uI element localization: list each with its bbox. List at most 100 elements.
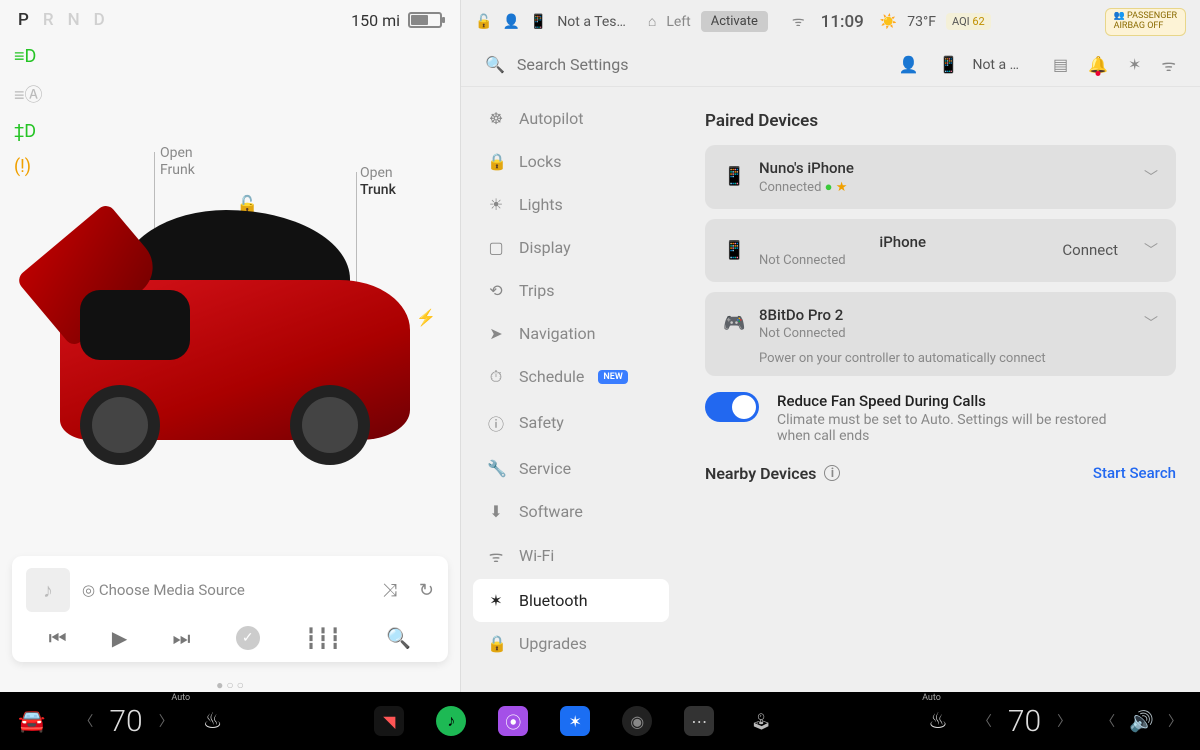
device-status: Not Connected — [759, 326, 1128, 341]
auto-label: Auto — [922, 693, 941, 703]
outside-temp: 73°F — [907, 14, 936, 30]
repeat-icon[interactable]: ↻ — [419, 580, 434, 601]
nav-item-wi-fi[interactable]: ᯤWi-Fi — [473, 533, 669, 579]
reduce-fan-toggle-row: Reduce Fan Speed During Calls Climate mu… — [705, 392, 1176, 444]
volume-down[interactable]: 〈 — [1101, 711, 1115, 731]
nav-app-icon[interactable]: ◥ — [374, 706, 404, 736]
nav-item-lights[interactable]: ☀Lights — [473, 183, 669, 226]
nav-item-safety[interactable]: ⓘSafety — [473, 399, 669, 447]
gamepad-icon: 🎮 — [723, 313, 743, 334]
nav-item-trips[interactable]: ⟲ Trips — [473, 269, 669, 312]
aqi-badge[interactable]: AQI 62 — [946, 13, 991, 30]
homelink-icon[interactable]: ⌂ — [648, 13, 656, 30]
nav-label: Trips — [519, 281, 555, 300]
trunk-button[interactable]: Open Trunk — [360, 165, 396, 199]
clock: 11:09 — [821, 12, 864, 32]
nav-label: Software — [519, 502, 583, 521]
gear-d: D — [94, 10, 105, 30]
new-badge: NEW — [598, 370, 627, 384]
nav-label: Schedule — [519, 367, 584, 386]
play-button[interactable]: ▶ — [112, 626, 127, 650]
profile-small-icon[interactable]: 👤 — [899, 55, 919, 74]
activate-button[interactable]: Activate — [701, 11, 768, 32]
podcasts-icon[interactable]: ⦿ — [498, 706, 528, 736]
bluetooth-status-icon[interactable]: ✶ — [1128, 55, 1141, 74]
nav-item-locks[interactable]: 🔒Locks — [473, 140, 669, 183]
nav-label: Wi-Fi — [519, 546, 554, 565]
settings-nav: ☸Autopilot🔒Locks☀Lights▢Display ⟲ Trips ➤Na… — [461, 87, 681, 692]
right-seat-heat-icon[interactable]: ♨ — [928, 709, 948, 734]
prev-track-button[interactable]: ⏮ — [49, 626, 67, 650]
device-row-0[interactable]: 📱 Nuno's iPhone Connected ● ★ ﹀ — [705, 145, 1176, 209]
device-row-2[interactable]: 🎮 8BitDo Pro 2 Not Connected ﹀ — [705, 292, 1176, 355]
nav-item-software[interactable]: ⬇ Software — [473, 490, 669, 533]
search-input[interactable] — [517, 55, 879, 74]
device-row-1[interactable]: 📱 iPhone Not Connected Connect ﹀ — [705, 219, 1176, 282]
wifi-status-icon[interactable]: ᯤ — [792, 12, 805, 31]
dashcam-icon[interactable]: ▤ — [1053, 55, 1068, 74]
next-track-button[interactable]: ⏭ — [173, 626, 191, 650]
upgrades-icon: 🔒 — [487, 634, 505, 653]
device-name: Nuno's iPhone — [759, 159, 1128, 177]
nav-item-upgrades[interactable]: 🔒Upgrades — [473, 622, 669, 665]
info-icon[interactable]: i — [824, 465, 840, 481]
profile-small-name[interactable]: Not a … — [972, 57, 1018, 73]
nav-item-service[interactable]: 🔧Service — [473, 447, 669, 490]
more-apps-icon[interactable]: ⋯ — [684, 706, 714, 736]
trips-icon: ⟲ — [487, 281, 505, 300]
spotify-icon[interactable]: ♪ — [436, 706, 466, 736]
charge-icon[interactable]: ⚡ — [416, 308, 436, 327]
notifications-icon[interactable]: 🔔 — [1088, 55, 1108, 74]
unlock-icon[interactable]: 🔓 — [475, 14, 492, 30]
chevron-down-icon[interactable]: ﹀ — [1144, 313, 1158, 333]
right-temp[interactable]: 70 — [1008, 704, 1041, 739]
autopilot-icon: ☸ — [487, 109, 505, 128]
left-temp[interactable]: 70 — [109, 704, 142, 739]
camera-app-icon[interactable]: ◉ — [622, 706, 652, 736]
like-button[interactable]: ✓ — [236, 626, 260, 650]
nav-item-navigation[interactable]: ➤Navigation — [473, 312, 669, 355]
wifi-icon[interactable]: ᯤ — [1161, 54, 1176, 76]
service-icon: 🔧 — [487, 459, 505, 478]
safety-icon: ⓘ — [487, 411, 505, 435]
left-temp-down[interactable]: 〈 — [79, 711, 93, 731]
bluetooth-app-icon[interactable]: ✶ — [560, 706, 590, 736]
volume-icon[interactable]: 🔊 — [1129, 709, 1154, 733]
status-bar: 🔓 👤 📱 Not a Tes… ⌂ Left Activate ᯤ 11:09… — [461, 0, 1200, 44]
display-icon: ▢ — [487, 238, 505, 257]
nav-label: Bluetooth — [519, 591, 588, 610]
reduce-fan-toggle[interactable] — [705, 392, 759, 422]
frunk-button[interactable]: Open Frunk — [160, 145, 195, 179]
trunk-label-1: Open — [360, 165, 396, 182]
phone-icon: 📱 — [530, 14, 547, 30]
device-name: 8BitDo Pro 2 — [759, 306, 1128, 324]
software-icon: ⬇ — [487, 502, 505, 521]
nav-item-autopilot[interactable]: ☸Autopilot — [473, 97, 669, 140]
right-temp-up[interactable]: 〉 — [1057, 711, 1071, 731]
frunk-label-2: Frunk — [160, 162, 195, 179]
right-temp-down[interactable]: 〈 — [978, 711, 992, 731]
media-search-button[interactable]: 🔍 — [386, 626, 411, 650]
profile-name[interactable]: Not a Tes… — [557, 14, 626, 30]
media-source-button[interactable]: ◎ Choose Media Source — [82, 581, 361, 599]
start-search-button[interactable]: Start Search — [1093, 464, 1176, 482]
chevron-down-icon[interactable]: ﹀ — [1144, 167, 1158, 187]
left-seat-heat-icon[interactable]: ♨ — [203, 709, 223, 734]
nav-item-bluetooth[interactable]: ✶ Bluetooth — [473, 579, 669, 622]
bluetooth-icon: ✶ — [487, 591, 505, 610]
bluetooth-settings: Paired Devices 📱 Nuno's iPhone Connected… — [681, 87, 1200, 692]
device-status: Not Connected — [759, 253, 1046, 268]
connect-button[interactable]: Connect — [1062, 241, 1118, 259]
left-temp-up[interactable]: 〉 — [159, 711, 173, 731]
shuffle-icon[interactable]: ⤨ — [383, 580, 397, 601]
arcade-icon[interactable]: 🕹 — [746, 706, 776, 736]
car-app-icon[interactable]: 🚘 — [18, 709, 45, 734]
phone-device-icon: 📱 — [723, 240, 743, 261]
volume-up[interactable]: 〉 — [1168, 711, 1182, 731]
chevron-down-icon[interactable]: ﹀ — [1144, 240, 1158, 260]
profile-icon[interactable]: 👤 — [502, 14, 519, 30]
equalizer-button[interactable]: ┇┇┇ — [305, 626, 341, 650]
page-dots: ● ○ ○ — [0, 678, 460, 692]
nav-item-display[interactable]: ▢Display — [473, 226, 669, 269]
nav-item-schedule[interactable]: ⏱Schedule NEW — [473, 355, 669, 399]
